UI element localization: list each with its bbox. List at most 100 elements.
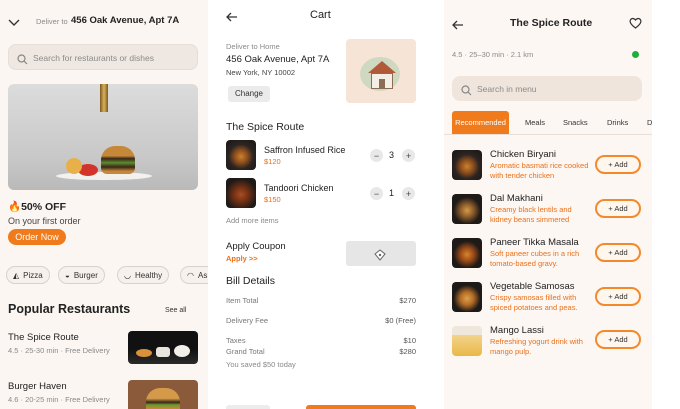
checkout-button[interactable] bbox=[306, 405, 416, 409]
menu-item: Dal Makhani Creamy black lentils and kid… bbox=[444, 192, 652, 228]
menu-item-description: Refreshing yogurt drink with mango pulp. bbox=[490, 337, 583, 356]
search-icon bbox=[461, 83, 472, 101]
restaurant-meta: 4.6 · 20-25 min · Free Delivery bbox=[8, 395, 110, 404]
search-placeholder: Search for restaurants or dishes bbox=[33, 53, 154, 63]
menu-item: Chicken Biryani Aromatic basmati rice co… bbox=[444, 148, 652, 184]
bill-row-grand-total: Grand Total $280 bbox=[226, 347, 416, 356]
restaurant-card[interactable]: The Spice Route 4.5 · 25-30 min · Free D… bbox=[0, 326, 208, 366]
restaurant-image bbox=[128, 331, 198, 364]
fries-graphic bbox=[66, 158, 82, 174]
apply-coupon-link[interactable]: Apply >> bbox=[226, 254, 258, 263]
category-chip-healthy[interactable]: ◡ Healthy bbox=[117, 266, 170, 284]
address-line1: 456 Oak Avenue, Apt 7A bbox=[226, 54, 330, 65]
bill-row-taxes: Taxes $10 bbox=[226, 336, 416, 345]
add-more-items-link[interactable]: Add more items bbox=[226, 216, 279, 225]
restaurant-image bbox=[128, 380, 198, 409]
menu-item-description: Soft paneer cubes in a rich tomato-based… bbox=[490, 249, 580, 268]
menu-item-name: Mango Lassi bbox=[490, 325, 544, 336]
decrease-quantity-button[interactable]: − bbox=[370, 149, 383, 162]
promo-subtitle: On your first order bbox=[8, 216, 81, 226]
tab-meals[interactable]: Meals bbox=[525, 118, 545, 127]
home-screen: Deliver to 456 Oak Avenue, Apt 7A Search… bbox=[0, 0, 208, 409]
menu-item-image bbox=[452, 238, 482, 268]
menu-item-description: Crispy samosas filled with spiced potato… bbox=[490, 293, 578, 312]
promo-banner-image[interactable] bbox=[8, 84, 198, 190]
restaurant-name: The Spice Route bbox=[8, 332, 79, 343]
restaurant-card[interactable]: Burger Haven 4.6 · 20-25 min · Free Deli… bbox=[0, 376, 208, 409]
menu-item-image bbox=[452, 282, 482, 312]
increase-quantity-button[interactable]: + bbox=[402, 187, 415, 200]
search-placeholder: Search in menu bbox=[477, 84, 537, 94]
cart-item-image bbox=[226, 178, 256, 208]
promo-title: 🔥50% OFF bbox=[8, 201, 67, 213]
address-line2: New York, NY 10002 bbox=[226, 68, 296, 77]
item-quantity: 1 bbox=[389, 188, 395, 198]
menu-item-name: Dal Makhani bbox=[490, 193, 543, 204]
category-chip-asian[interactable]: ◠ As bbox=[180, 266, 208, 284]
cart-item-price: $120 bbox=[264, 157, 281, 166]
popular-restaurants-heading: Popular Restaurants bbox=[8, 302, 131, 316]
menu-item: Mango Lassi Refreshing yogurt drink with… bbox=[444, 324, 652, 360]
coupon-ticket-icon bbox=[373, 248, 387, 266]
deliver-to-label: Deliver to Home bbox=[226, 42, 280, 51]
restaurant-title: The Spice Route bbox=[510, 17, 593, 29]
add-to-cart-button[interactable]: + Add bbox=[595, 199, 641, 218]
cart-item-name: Saffron Infused Rice bbox=[264, 145, 346, 155]
open-status-dot bbox=[632, 51, 639, 58]
add-to-cart-button[interactable]: + Add bbox=[595, 287, 641, 306]
category-chip-pizza[interactable]: ◭ Pizza bbox=[6, 266, 50, 284]
screen-gap bbox=[436, 0, 444, 409]
cart-item-price: $150 bbox=[264, 195, 281, 204]
decrease-quantity-button[interactable]: − bbox=[370, 187, 383, 200]
cart-item-image bbox=[226, 140, 256, 170]
menu-screen: The Spice Route 4.5 · 25–30 min · 2.1 km… bbox=[444, 0, 652, 409]
search-icon bbox=[17, 52, 28, 70]
cart-item: Tandoori Chicken $150 − 1 + bbox=[208, 178, 436, 210]
menu-item-image bbox=[452, 194, 482, 224]
category-chip-burger[interactable]: ◒ Burger bbox=[58, 266, 105, 284]
see-all-link[interactable]: See all bbox=[165, 307, 186, 314]
menu-item-name: Chicken Biryani bbox=[490, 149, 556, 160]
restaurant-meta: 4.5 · 25-30 min · Free Delivery bbox=[8, 346, 110, 355]
menu-item-name: Vegetable Samosas bbox=[490, 281, 575, 292]
increase-quantity-button[interactable]: + bbox=[402, 149, 415, 162]
order-now-button[interactable]: Order Now bbox=[8, 229, 66, 245]
restaurant-name: The Spice Route bbox=[226, 121, 305, 133]
lamp-graphic bbox=[100, 84, 108, 112]
bill-row-item-total: Item Total $270 bbox=[226, 296, 416, 305]
tab-recommended[interactable]: Recommended bbox=[452, 111, 509, 134]
tab-snacks[interactable]: Snacks bbox=[563, 118, 588, 127]
fire-icon: 🔥 bbox=[8, 201, 22, 213]
tab-drinks[interactable]: Drinks bbox=[607, 118, 628, 127]
restaurant-meta: 4.5 · 25–30 min · 2.1 km bbox=[452, 50, 534, 59]
burger-icon: ◒ bbox=[65, 270, 70, 280]
cart-item: Saffron Infused Rice $120 − 3 + bbox=[208, 140, 436, 172]
delivery-address[interactable]: 456 Oak Avenue, Apt 7A bbox=[71, 15, 179, 26]
menu-item: Vegetable Samosas Crispy samosas filled … bbox=[444, 280, 652, 316]
bowl-icon: ◡ bbox=[124, 270, 131, 280]
pizza-icon: ◭ bbox=[13, 270, 20, 280]
add-to-cart-button[interactable]: + Add bbox=[595, 330, 641, 349]
menu-item-description: Creamy black lentils and kidney beans si… bbox=[490, 205, 572, 224]
restaurant-name: Burger Haven bbox=[8, 381, 67, 392]
noodle-icon: ◠ bbox=[187, 270, 194, 280]
menu-search-bar[interactable]: Search in menu bbox=[452, 76, 642, 101]
coupon-image[interactable] bbox=[346, 241, 416, 266]
add-to-cart-button[interactable]: + Add bbox=[595, 243, 641, 262]
menu-item-name: Paneer Tikka Masala bbox=[490, 237, 579, 248]
right-margin bbox=[652, 0, 680, 409]
menu-item-image bbox=[452, 150, 482, 180]
heart-icon[interactable] bbox=[629, 16, 642, 34]
page-title: Cart bbox=[310, 9, 331, 21]
apply-coupon-heading: Apply Coupon bbox=[226, 241, 286, 252]
back-arrow-icon[interactable] bbox=[226, 9, 238, 27]
search-bar[interactable]: Search for restaurants or dishes bbox=[8, 44, 198, 70]
home-illustration bbox=[346, 39, 416, 103]
menu-item-image bbox=[452, 326, 482, 356]
chevron-down-icon[interactable] bbox=[8, 15, 20, 26]
secondary-bottom-button[interactable] bbox=[226, 405, 270, 409]
savings-text: You saved $50 today bbox=[226, 360, 296, 369]
change-address-button[interactable]: Change bbox=[228, 86, 270, 102]
back-arrow-icon[interactable] bbox=[452, 17, 464, 35]
add-to-cart-button[interactable]: + Add bbox=[595, 155, 641, 174]
